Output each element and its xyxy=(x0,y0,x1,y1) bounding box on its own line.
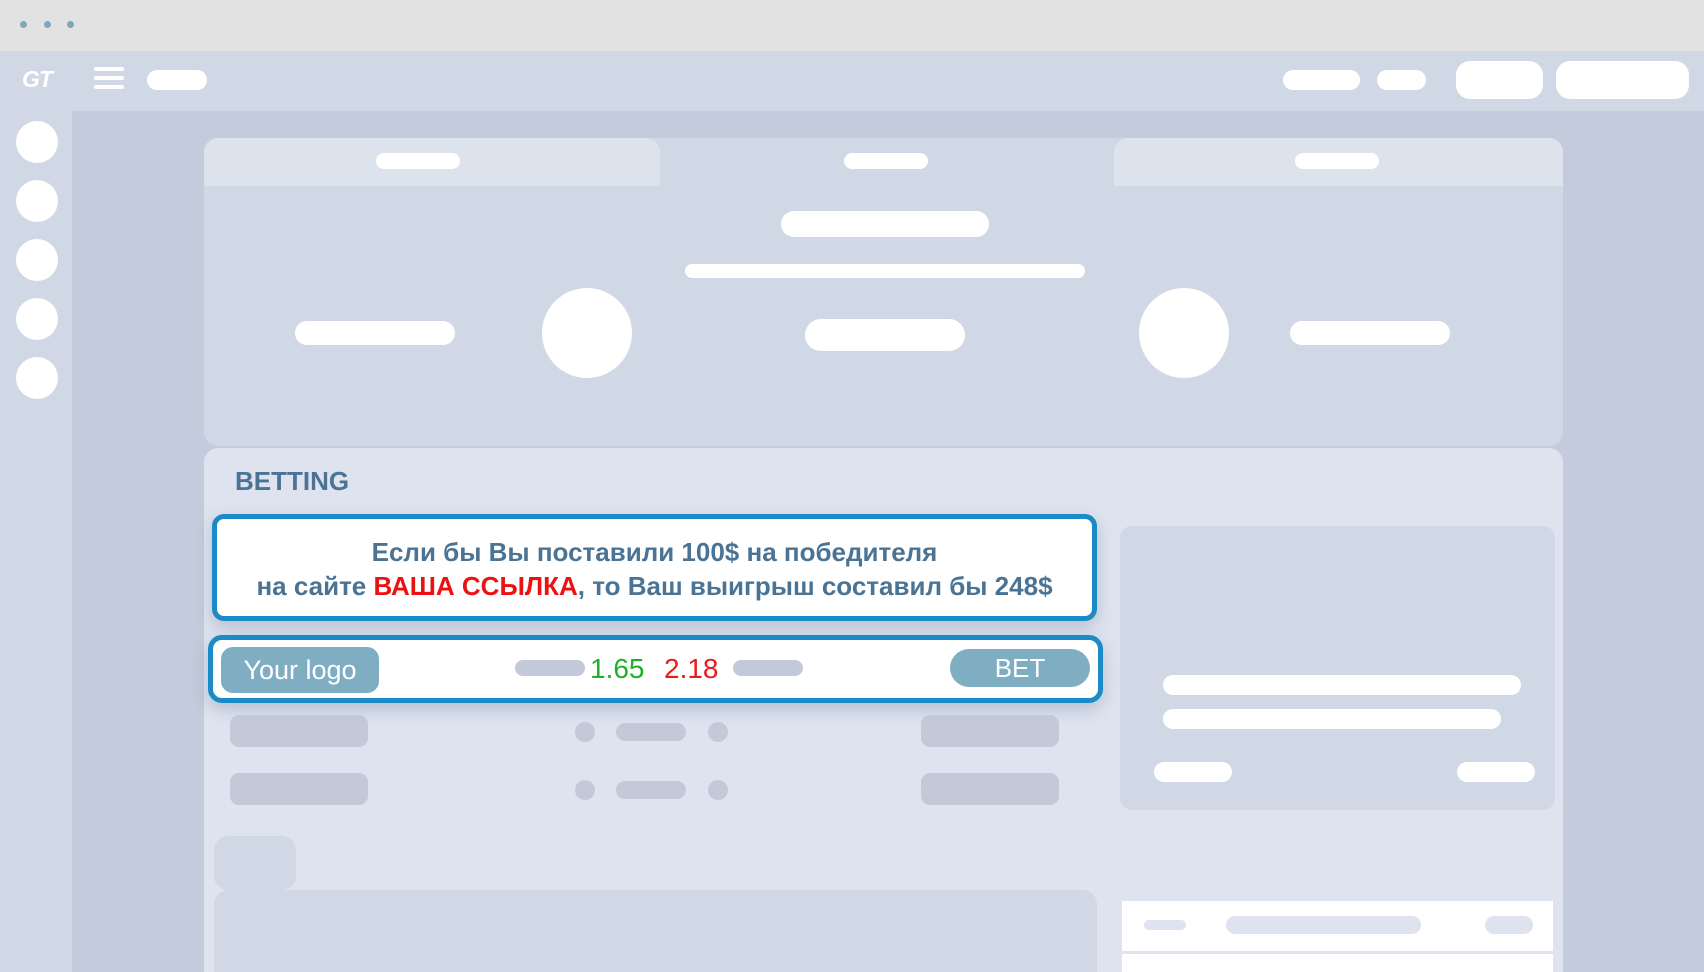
window-dot[interactable] xyxy=(20,21,27,28)
nav-link-placeholder[interactable] xyxy=(1377,70,1426,90)
team-home-avatar xyxy=(542,288,632,378)
list-cell-placeholder xyxy=(1226,916,1421,934)
promo-line-2: на сайте ВАША ССЫЛКА, то Ваш выигрыш сос… xyxy=(256,571,1053,601)
odd-label-placeholder xyxy=(515,660,585,676)
promo-link[interactable]: ВАША ССЫЛКА xyxy=(374,571,578,601)
sidebar-icon[interactable] xyxy=(16,298,58,340)
odd-label-placeholder xyxy=(733,660,803,676)
text-line-placeholder xyxy=(1163,709,1501,729)
tab[interactable] xyxy=(204,138,660,186)
promo-banner: Если бы Вы поставили 100$ на победителя … xyxy=(212,514,1097,621)
login-button[interactable] xyxy=(1456,61,1543,99)
top-navigation: GT xyxy=(0,51,1704,111)
bet-button-placeholder xyxy=(921,773,1059,805)
side-link-placeholder[interactable] xyxy=(1154,762,1232,782)
bookmaker-logo-placeholder xyxy=(230,715,368,747)
match-subtitle-placeholder xyxy=(685,264,1085,278)
text-line-placeholder xyxy=(1163,675,1521,695)
odd-away[interactable]: 2.18 xyxy=(664,651,719,687)
odd-dot-placeholder xyxy=(708,722,728,742)
section-tab-placeholder[interactable] xyxy=(214,836,296,890)
odd-dot-placeholder xyxy=(708,780,728,800)
bookmaker-logo-placeholder xyxy=(230,773,368,805)
list-cell-placeholder xyxy=(1144,920,1186,930)
odd-dot-placeholder xyxy=(575,722,595,742)
bookmaker-row: Your logo 1.65 2.18 BET xyxy=(208,635,1103,703)
tab[interactable] xyxy=(1114,138,1563,186)
list-divider xyxy=(1122,951,1553,954)
tab-active[interactable] xyxy=(660,138,1114,186)
window-title-bar xyxy=(0,0,1704,51)
side-list xyxy=(1122,901,1553,972)
match-title-placeholder xyxy=(781,211,989,237)
window-dot[interactable] xyxy=(67,21,74,28)
list-cell-placeholder xyxy=(1485,916,1533,934)
window-dot[interactable] xyxy=(44,21,51,28)
betting-section: BETTING Если бы Вы поставили 100$ на поб… xyxy=(204,448,1563,972)
side-info-card xyxy=(1120,526,1555,810)
score-placeholder xyxy=(805,319,965,351)
odd-home[interactable]: 1.65 xyxy=(590,651,645,687)
match-header-card xyxy=(204,138,1563,446)
nav-link-placeholder[interactable] xyxy=(147,70,207,90)
bookmaker-logo[interactable]: Your logo xyxy=(221,647,379,693)
betting-title: BETTING xyxy=(235,466,350,496)
bet-button-placeholder xyxy=(921,715,1059,747)
side-link-placeholder[interactable] xyxy=(1457,762,1535,782)
bet-button[interactable]: BET xyxy=(950,649,1090,687)
odd-placeholder xyxy=(616,781,686,799)
promo-line-1: Если бы Вы поставили 100$ на победителя xyxy=(371,537,938,567)
odd-placeholder xyxy=(616,723,686,741)
team-away-avatar xyxy=(1139,288,1229,378)
site-logo[interactable]: GT xyxy=(4,61,70,97)
left-sidebar xyxy=(0,111,72,972)
odd-dot-placeholder xyxy=(575,780,595,800)
sidebar-icon[interactable] xyxy=(16,121,58,163)
menu-icon[interactable] xyxy=(90,63,130,97)
register-button[interactable] xyxy=(1556,61,1689,99)
sidebar-icon[interactable] xyxy=(16,357,58,399)
content-block-placeholder xyxy=(214,890,1097,972)
team-home-name-placeholder xyxy=(295,321,455,345)
team-away-name-placeholder xyxy=(1290,321,1450,345)
nav-link-placeholder[interactable] xyxy=(1283,70,1360,90)
sidebar-icon[interactable] xyxy=(16,239,58,281)
sidebar-icon[interactable] xyxy=(16,180,58,222)
